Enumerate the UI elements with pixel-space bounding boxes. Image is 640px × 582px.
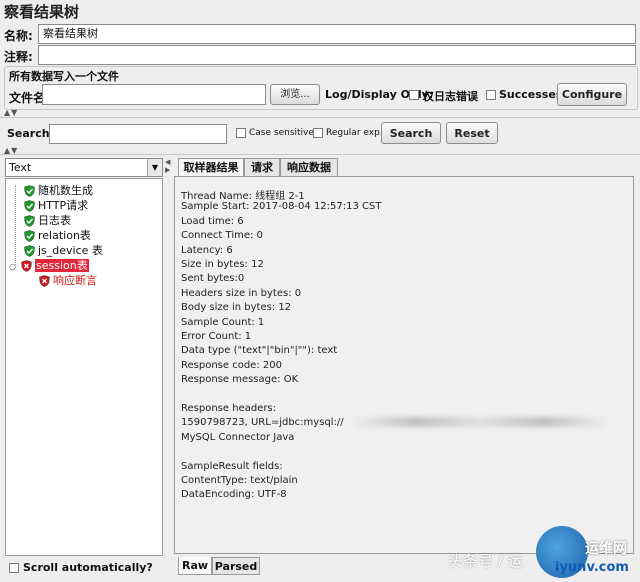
error-shield-icon — [21, 259, 35, 272]
tab-response-data[interactable]: 响应数据 — [280, 158, 338, 176]
tree-item-label: relation表 — [38, 229, 91, 242]
result-line: Latency: 6 — [181, 244, 233, 256]
errors-only-label: 仅日志错误 — [423, 90, 478, 103]
result-line: Connect Time: 0 — [181, 230, 263, 242]
tab-sampler-result[interactable]: 取样器结果 — [178, 158, 244, 176]
tree-item[interactable]: 随机数生成 — [24, 182, 93, 198]
tree-item-label: 随机数生成 — [38, 184, 93, 197]
success-shield-icon — [24, 199, 38, 212]
tree-item[interactable]: 日志表 — [24, 212, 71, 228]
result-line: Thread Name: 线程组 2-1 — [181, 191, 305, 202]
result-line: Load time: 6 — [181, 215, 244, 227]
tree-item[interactable]: relation表 — [24, 227, 91, 243]
result-line: Body size in bytes: 12 — [181, 302, 292, 314]
file-section-heading: 所有数据写入一个文件 — [9, 70, 119, 83]
success-shield-icon — [24, 229, 38, 242]
divider-2 — [0, 154, 640, 155]
result-line: Response headers: — [181, 403, 277, 414]
case-sensitive-label: Case sensitive — [249, 128, 314, 138]
successes-label: Successes — [499, 88, 563, 101]
watermark-text: 头条号 / 运 — [448, 552, 523, 570]
name-input[interactable]: 察看结果树 — [38, 24, 636, 44]
filename-input[interactable] — [42, 84, 266, 105]
tree-item-label: 日志表 — [38, 214, 71, 227]
search-button[interactable]: Search — [381, 122, 441, 144]
result-line: Headers size in bytes: 0 — [181, 287, 302, 299]
redacted-text — [351, 417, 609, 427]
success-shield-icon — [24, 214, 38, 227]
renderer-select-value: Text — [9, 161, 32, 174]
errors-only-checkbox[interactable] — [409, 90, 419, 100]
configure-button[interactable]: Configure — [557, 83, 627, 106]
result-line: ContentType: text/plain — [181, 475, 298, 486]
scroll-auto-label: Scroll automatically? — [23, 561, 153, 574]
regular-exp-checkbox[interactable] — [313, 128, 323, 138]
panel-title: 察看结果树 — [4, 3, 80, 21]
splitter-arrows-icon-3[interactable]: ◀ ▶ — [165, 158, 171, 174]
result-line: Data type ("text"|"bin"|""): text — [181, 345, 338, 357]
error-shield-icon — [39, 274, 53, 287]
watermark-site: 运维网 — [585, 541, 627, 557]
search-input[interactable] — [49, 124, 227, 144]
successes-checkbox[interactable] — [486, 90, 496, 100]
result-line: Sent bytes:0 — [181, 273, 245, 285]
result-line: Sample Count: 1 — [181, 316, 265, 328]
result-line: Error Count: 1 — [181, 331, 252, 342]
tab-raw[interactable]: Raw — [178, 557, 212, 575]
filename-label: 文件名 — [9, 91, 46, 105]
tab-request[interactable]: 请求 — [244, 158, 280, 176]
renderer-select[interactable]: Text ▼ — [5, 158, 163, 177]
tree-item[interactable]: HTTP请求 — [24, 197, 88, 213]
tree-item-label: js_device 表 — [38, 244, 103, 257]
case-sensitive-checkbox[interactable] — [236, 128, 246, 138]
result-line: DataEncoding: UTF-8 — [181, 489, 287, 501]
result-line: Response code: 200 — [181, 359, 282, 371]
browse-button[interactable]: 浏览... — [270, 84, 320, 105]
tree-item-child[interactable]: 响应断言 — [39, 272, 97, 288]
scroll-auto-checkbox[interactable] — [9, 563, 19, 573]
comment-label: 注释: — [4, 50, 33, 64]
name-label: 名称: — [4, 29, 33, 43]
result-line: MySQL Connector Java — [181, 431, 295, 443]
chevron-down-icon[interactable]: ▼ — [147, 159, 162, 176]
result-line: Response message: OK — [181, 374, 299, 386]
tree-item-label: HTTP请求 — [38, 199, 89, 212]
success-shield-icon — [24, 184, 38, 197]
tree-item-label: session表 — [35, 259, 89, 272]
divider — [0, 117, 640, 118]
tab-parsed[interactable]: Parsed — [212, 557, 260, 575]
tree-item[interactable]: ○ session表 — [9, 257, 89, 273]
tree-item-label: 响应断言 — [53, 274, 97, 287]
tree-item[interactable]: js_device 表 — [24, 242, 103, 258]
search-label: Search: — [7, 127, 54, 140]
result-line: SampleResult fields: — [181, 460, 283, 472]
result-line: 1590798723, URL=jdbc:mysql:// — [181, 417, 344, 429]
result-line: Sample Start: 2017-08-04 12:57:13 CST — [181, 201, 382, 213]
regular-exp-label: Regular exp. — [326, 128, 383, 138]
result-tree: 随机数生成 HTTP请求 日志表 relation表 js_device 表 ○ sessi… — [5, 178, 163, 556]
tree-connector — [15, 185, 17, 265]
reset-button[interactable]: Reset — [446, 122, 498, 144]
comment-input[interactable] — [38, 45, 636, 65]
splitter-arrows-icon[interactable]: ▲▼ — [4, 108, 18, 117]
sampler-result-panel: Thread Name: 线程组 2-1 Sample Start: 2017-0… — [174, 176, 634, 554]
vertical-splitter[interactable]: ◀ ▶ — [165, 158, 171, 558]
watermark-url: iyunv.com — [555, 560, 629, 575]
success-shield-icon — [24, 244, 38, 257]
result-line: Size in bytes: 12 — [181, 259, 264, 270]
